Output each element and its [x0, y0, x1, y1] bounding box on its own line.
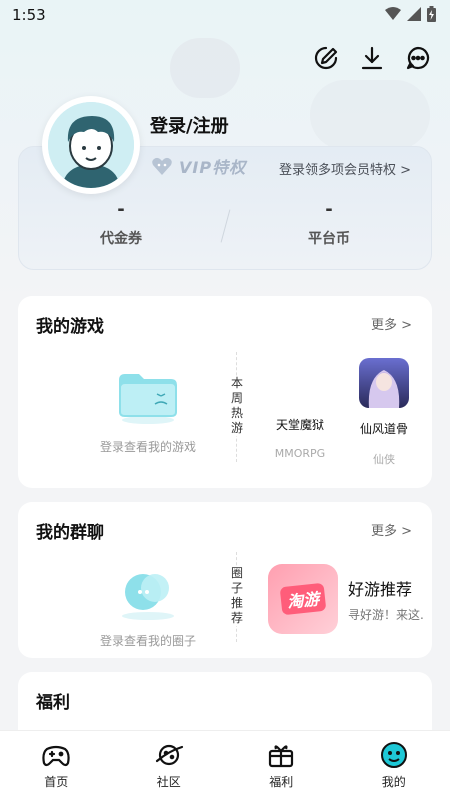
status-bar: 1:53 [0, 0, 450, 30]
stat-divider [220, 209, 231, 243]
game-item-xianfeng[interactable]: 仙风道骨 仙侠 [344, 358, 424, 467]
games-empty-state[interactable]: 登录查看我的游戏 [58, 366, 238, 455]
my-games-card: 我的游戏 更多 > 登录查看我的游戏 本周热游 天堂魔狱 MMORPG 仙风道骨… [18, 296, 432, 488]
coin-stat[interactable]: - 平台币 [249, 199, 409, 248]
decorative-shape [310, 80, 430, 150]
taoyou-badge: 淘游 [279, 582, 327, 616]
message-button[interactable] [404, 44, 432, 72]
gift-icon [269, 745, 294, 768]
wifi-icon [385, 7, 401, 20]
nav-label-mine: 我的 [381, 775, 406, 789]
my-games-title: 我的游戏 [36, 317, 104, 337]
edit-button[interactable] [312, 44, 340, 72]
planet-icon [155, 744, 183, 766]
pencil-icon [314, 46, 338, 70]
signal-icon [407, 7, 421, 21]
games-empty-text: 登录查看我的游戏 [99, 440, 196, 454]
status-time: 1:53 [12, 6, 46, 24]
coupon-stat[interactable]: - 代金券 [41, 199, 201, 248]
nav-label-welfare: 福利 [269, 775, 294, 789]
nav-item-home[interactable]: 首页 [0, 731, 113, 800]
groups-empty-text: 登录查看我的圈子 [99, 634, 196, 648]
weekly-hot-label: 本周热游 [228, 376, 246, 436]
vip-privilege-link[interactable]: 登录领多项会员特权 > [279, 159, 411, 178]
coin-value: - [325, 199, 333, 220]
gamepad-icon [42, 745, 70, 767]
smile-face-icon [380, 742, 407, 768]
my-groups-more-link[interactable]: 更多 > [371, 520, 412, 539]
chat-bubble-icon [406, 46, 430, 70]
folder-sad-icon [119, 374, 177, 424]
top-actions [312, 44, 432, 72]
avatar-cartoon-icon [48, 102, 134, 188]
my-groups-card: 我的群聊 更多 > 登录查看我的圈子 圈子推荐 淘游 好游推荐 寻好游！来这. [18, 502, 432, 658]
nav-label-community: 社区 [156, 775, 181, 789]
recommend-group-desc: 寻好游！来这. [348, 608, 424, 622]
game-tag: 仙侠 [373, 453, 395, 466]
login-register-link[interactable]: 登录/注册 [150, 112, 229, 138]
vip-heart-icon [152, 157, 172, 175]
groups-empty-state[interactable]: 登录查看我的圈子 [58, 562, 238, 649]
game-tag: MMORPG [274, 447, 326, 460]
recommend-group-avatar[interactable]: 淘游 [268, 564, 338, 634]
download-icon [361, 46, 383, 70]
chat-bubbles-icon [122, 574, 174, 620]
coin-label: 平台币 [308, 231, 350, 247]
vip-label: VIP特权 [179, 158, 247, 177]
decorative-shape [170, 38, 240, 98]
bottom-nav: 首页 社区 福利 我的 [0, 730, 450, 800]
battery-icon [427, 6, 436, 22]
game-name: 天堂魔狱 [275, 418, 324, 432]
nav-item-welfare[interactable]: 福利 [225, 731, 338, 800]
game-cover-icon [359, 358, 409, 408]
nav-item-mine[interactable]: 我的 [338, 731, 450, 800]
game-item-tiantang[interactable]: 天堂魔狱 MMORPG [260, 358, 340, 460]
avatar[interactable] [42, 96, 140, 194]
download-button[interactable] [358, 44, 386, 72]
status-icons [385, 6, 436, 22]
coupon-label: 代金券 [100, 231, 142, 247]
coupon-value: - [117, 199, 125, 220]
my-games-more-link[interactable]: 更多 > [371, 314, 412, 333]
game-name: 仙风道骨 [359, 422, 408, 436]
vip-badge: VIP特权 [147, 151, 277, 181]
nav-label-home: 首页 [44, 775, 69, 789]
welfare-title: 福利 [36, 693, 70, 713]
nav-item-community[interactable]: 社区 [113, 731, 226, 800]
recommend-group-name[interactable]: 好游推荐 [348, 576, 412, 600]
my-groups-title: 我的群聊 [36, 523, 104, 543]
circle-recommend-label: 圈子推荐 [228, 566, 246, 626]
